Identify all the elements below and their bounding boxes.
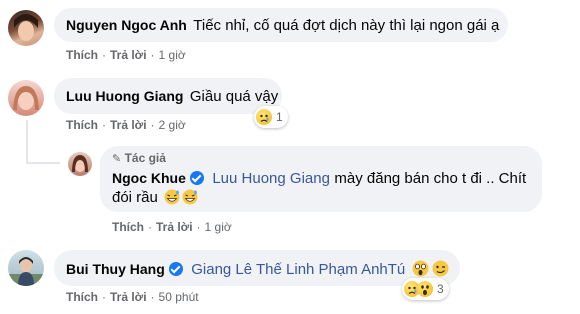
reply-link[interactable]: Trả lời [110, 290, 147, 304]
like-link[interactable]: Thích [112, 220, 144, 234]
comment-author[interactable]: Luu Huong Giang [66, 88, 183, 104]
reply-text: mày đăng bán cho t đi .. Chít [334, 170, 527, 187]
comment-actions: Thích · Trả lời · 50 phút [66, 290, 199, 304]
reaction-summary[interactable]: 1 [254, 106, 288, 128]
timestamp[interactable]: 1 giờ [205, 220, 232, 234]
reply-line-1: Ngoc Khue Luu Huong Giang mày đăng bán c… [112, 170, 526, 188]
comment-author[interactable]: Nguyen Ngoc Anh [66, 17, 187, 33]
wow-emoji-icon [417, 281, 433, 297]
grinning-sweat-emoji-icon [164, 189, 200, 210]
timestamp[interactable]: 1 giờ [159, 48, 186, 62]
reply-actions: Thích · Trả lời · 1 giờ [112, 220, 232, 234]
reaction-summary[interactable]: 3 [402, 278, 449, 300]
verified-icon [168, 262, 183, 276]
mention-links[interactable]: Giang Lê Thế Linh Phạm AnhTú [191, 261, 405, 278]
avatar[interactable] [8, 80, 44, 116]
timestamp[interactable]: 2 giờ [159, 118, 186, 132]
thread-line [26, 162, 60, 164]
like-link[interactable]: Thích [66, 118, 98, 132]
timestamp[interactable]: 50 phút [159, 290, 199, 304]
reply-author[interactable]: Ngoc Khue [112, 170, 186, 186]
reply-line-2: đói rầu [112, 189, 200, 210]
thread-line [26, 120, 28, 164]
comment-text: Tiếc nhỉ, cố quá đợt dịch này thì lại ng… [193, 17, 500, 34]
reply-link[interactable]: Trả lời [156, 220, 193, 234]
reply-link[interactable]: Trả lời [110, 118, 147, 132]
sad-emoji-icon [256, 109, 272, 125]
comment-text: Giầu quá vậy [189, 88, 279, 105]
comment-actions: Thích · Trả lời · 1 giờ [66, 48, 186, 62]
mention-link[interactable]: Luu Huong Giang [212, 170, 330, 187]
like-link[interactable]: Thích [66, 48, 98, 62]
author-badge: ✎ Tác giả [112, 151, 166, 165]
reply-text: đói rầu [112, 189, 158, 206]
verified-icon [189, 171, 204, 185]
pen-icon: ✎ [112, 153, 122, 165]
avatar[interactable] [68, 152, 92, 176]
comment-author[interactable]: Bui Thuy Hang [66, 261, 165, 277]
comment-line: Luu Huong Giang Giầu quá vậy [66, 88, 278, 106]
comment-line: Bui Thuy Hang Giang Lê Thế Linh Phạm Anh… [66, 260, 450, 282]
avatar[interactable] [8, 10, 44, 46]
reply-link[interactable]: Trả lời [110, 48, 147, 62]
like-link[interactable]: Thích [66, 290, 98, 304]
avatar[interactable] [8, 250, 44, 286]
reaction-count: 3 [437, 282, 444, 296]
comment-line: Nguyen Ngoc Anh Tiếc nhỉ, cố quá đợt dịc… [66, 17, 499, 35]
comment-actions: Thích · Trả lời · 2 giờ [66, 118, 186, 132]
reaction-count: 1 [276, 110, 283, 124]
